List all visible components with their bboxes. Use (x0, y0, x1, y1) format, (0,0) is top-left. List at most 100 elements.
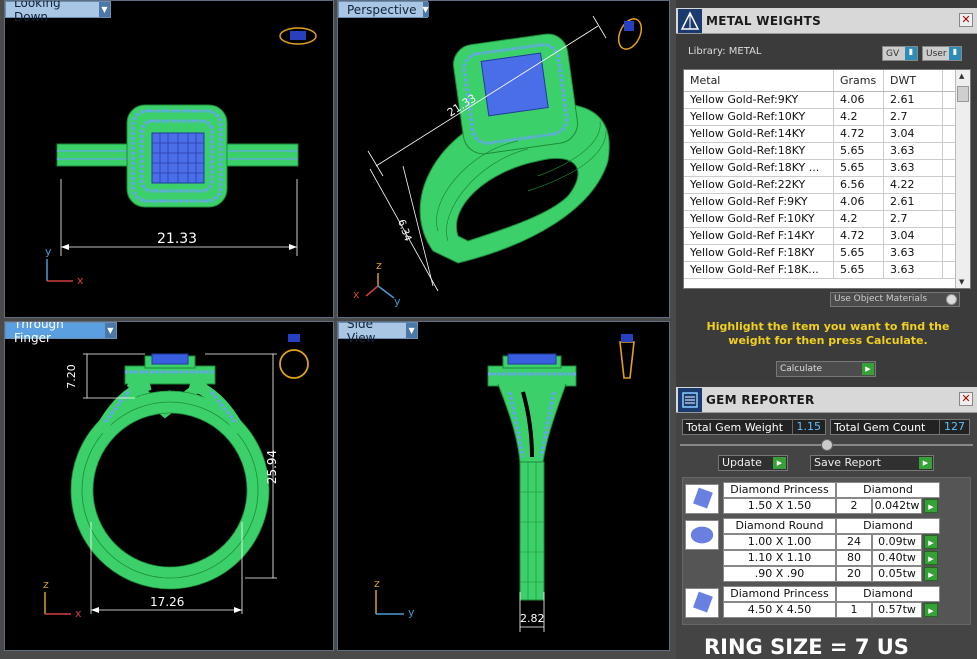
play-icon[interactable]: ▶ (924, 603, 938, 617)
scroll-up-icon[interactable]: ▲ (959, 72, 964, 80)
table-row[interactable]: Yellow Gold-Ref F:9KY 4.06 2.61 (684, 194, 970, 211)
metal-table-rows: Yellow Gold-Ref:9KY 4.06 2.61 Yellow Gold-R… (684, 92, 970, 279)
dwt-cell: 2.7 (884, 109, 943, 125)
use-object-materials-toggle[interactable]: Use Object Materials (830, 292, 960, 307)
viewport-label-through-finger[interactable]: Through Finger ▼ (5, 322, 117, 345)
calculate-hint: Highlight the item you want to find the … (706, 320, 950, 347)
gem-material: Diamond (836, 518, 940, 534)
close-icon[interactable]: ✕ (959, 392, 973, 406)
viewport-label-side-view[interactable]: Side View ▼ (338, 322, 418, 345)
gv-toggle[interactable]: GV ▮ (882, 46, 918, 61)
dwt-cell: 3.63 (884, 245, 943, 261)
grams-cell: 5.65 (834, 245, 884, 261)
table-row[interactable]: Yellow Gold-Ref:9KY 4.06 2.61 (684, 92, 970, 109)
gem-shape: Diamond Round (723, 518, 836, 534)
axis-label-z: z (43, 578, 49, 591)
gem-weight: 0.40tw (872, 550, 922, 566)
radio-icon[interactable] (946, 294, 957, 305)
dwt-cell: 2.61 (884, 194, 943, 210)
metal-table-scrollbar[interactable]: ▲ ▼ (955, 70, 970, 288)
grams-cell: 4.06 (834, 92, 884, 108)
scroll-down-icon[interactable]: ▼ (959, 278, 964, 286)
gem-count: 80 (836, 550, 872, 566)
grams-cell: 4.72 (834, 228, 884, 244)
column-header-dwt[interactable]: DWT (884, 70, 943, 91)
axis-label-z: z (376, 259, 382, 272)
viewport-label-looking-down[interactable]: Looking Down ▼ (5, 1, 111, 24)
user-toggle-label: User (926, 48, 947, 59)
metal-name-cell: Yellow Gold-Ref F:18K... (684, 262, 834, 278)
user-toggle[interactable]: User ▮ (922, 46, 962, 61)
use-object-materials-label: Use Object Materials (834, 294, 928, 304)
metal-name-cell: Yellow Gold-Ref F:18KY (684, 245, 834, 261)
gem-shape: Diamond Princess (723, 586, 836, 602)
gem-slider-handle[interactable] (821, 439, 833, 451)
viewport-label-perspective[interactable]: Perspective ▼ (338, 1, 429, 18)
update-label: Update (722, 456, 762, 469)
table-row[interactable]: Yellow Gold-Ref:22KY 6.56 4.22 (684, 177, 970, 194)
viewport-label-text: Side View (347, 321, 376, 345)
table-row[interactable]: Yellow Gold-Ref F:10KY 4.2 2.7 (684, 211, 970, 228)
gem-size: 1.00 X 1.00 (723, 534, 836, 550)
viewport-perspective[interactable]: Perspective ▼ 21.33 6.34 z x y (337, 0, 670, 318)
play-icon[interactable]: ▶ (924, 567, 938, 581)
table-row[interactable]: Yellow Gold-Ref F:14KY 4.72 3.04 (684, 228, 970, 245)
dimension-label-total-height: 25.94 (265, 449, 280, 485)
play-icon[interactable]: ▶ (773, 457, 786, 469)
table-row[interactable]: Yellow Gold-Ref F:18KY 5.65 3.63 (684, 245, 970, 262)
axis-label-y: y (45, 245, 52, 258)
right-panel: METAL WEIGHTS ✕ Library: METAL GV ▮ User… (676, 0, 977, 659)
dwt-cell: 2.7 (884, 211, 943, 227)
column-header-metal[interactable]: Metal (684, 70, 834, 91)
save-report-button[interactable]: Save Report ▶ (810, 455, 934, 471)
gem-count: 24 (836, 534, 872, 550)
total-gem-weight-value: 1.15 (791, 420, 825, 434)
metal-name-cell: Yellow Gold-Ref:18KY ... (684, 160, 834, 176)
viewport-through-finger[interactable]: Through Finger ▼ 7.20 25.94 17.26 z x (4, 321, 334, 651)
viewport-looking-down[interactable]: Looking Down ▼ 21.33 y x (4, 0, 334, 318)
chevron-down-icon[interactable]: ▼ (104, 323, 116, 338)
table-row[interactable]: Yellow Gold-Ref F:18K... 5.65 3.63 (684, 262, 970, 279)
table-row[interactable]: Yellow Gold-Ref:18KY ... 5.65 3.63 (684, 160, 970, 177)
axis-label-y: y (394, 295, 401, 308)
scroll-thumb[interactable] (957, 86, 969, 102)
table-row[interactable]: Yellow Gold-Ref:14KY 4.72 3.04 (684, 126, 970, 143)
table-row[interactable]: Yellow Gold-Ref:18KY 5.65 3.63 (684, 143, 970, 160)
close-icon[interactable]: ✕ (959, 13, 973, 27)
viewport-side-view[interactable]: Side View ▼ 2.82 z y (337, 321, 670, 651)
viewport-label-text: Looking Down (14, 0, 61, 24)
gem-shape: Diamond Princess (723, 482, 836, 498)
gem-size: 4.50 X 4.50 (723, 602, 836, 618)
gem-weight: 0.09tw (872, 534, 922, 550)
axis-label-x: x (75, 607, 82, 620)
grams-cell: 5.65 (834, 143, 884, 159)
chevron-down-icon[interactable]: ▼ (422, 2, 429, 17)
play-icon[interactable]: ▶ (924, 551, 938, 565)
grams-cell: 4.72 (834, 126, 884, 142)
play-icon[interactable]: ▶ (924, 499, 938, 513)
table-row[interactable]: Yellow Gold-Ref:10KY 4.2 2.7 (684, 109, 970, 126)
play-icon[interactable]: ▶ (924, 535, 938, 549)
calculate-button[interactable]: Calculate ▶ (776, 361, 876, 377)
play-icon[interactable]: ▶ (862, 363, 874, 375)
play-icon[interactable]: ▶ (919, 457, 932, 469)
dwt-cell: 3.04 (884, 126, 943, 142)
dwt-cell: 2.61 (884, 92, 943, 108)
gem-list[interactable]: Diamond Princess Diamond 1.50 X 1.50 2 0… (682, 477, 971, 625)
dwt-cell: 3.63 (884, 262, 943, 278)
update-button[interactable]: Update ▶ (718, 455, 788, 471)
column-header-grams[interactable]: Grams (834, 70, 884, 91)
gem-weight: 0.57tw (872, 602, 922, 618)
metal-table[interactable]: Metal Grams DWT Yellow Gold-Ref:9KY 4.06 2… (683, 69, 971, 289)
chevron-down-icon[interactable]: ▼ (98, 2, 110, 17)
gem-size: 1.50 X 1.50 (723, 498, 836, 514)
axis-label-z: z (374, 577, 380, 590)
side-view-render (375, 334, 635, 632)
dwt-cell: 4.22 (884, 177, 943, 193)
gem-weight: 0.05tw (872, 566, 922, 582)
library-label: Library: METAL (688, 46, 762, 57)
princess-cut-icon (685, 484, 719, 514)
grams-cell: 4.2 (834, 109, 884, 125)
calculate-label: Calculate (780, 364, 823, 374)
chevron-down-icon[interactable]: ▼ (406, 323, 417, 338)
